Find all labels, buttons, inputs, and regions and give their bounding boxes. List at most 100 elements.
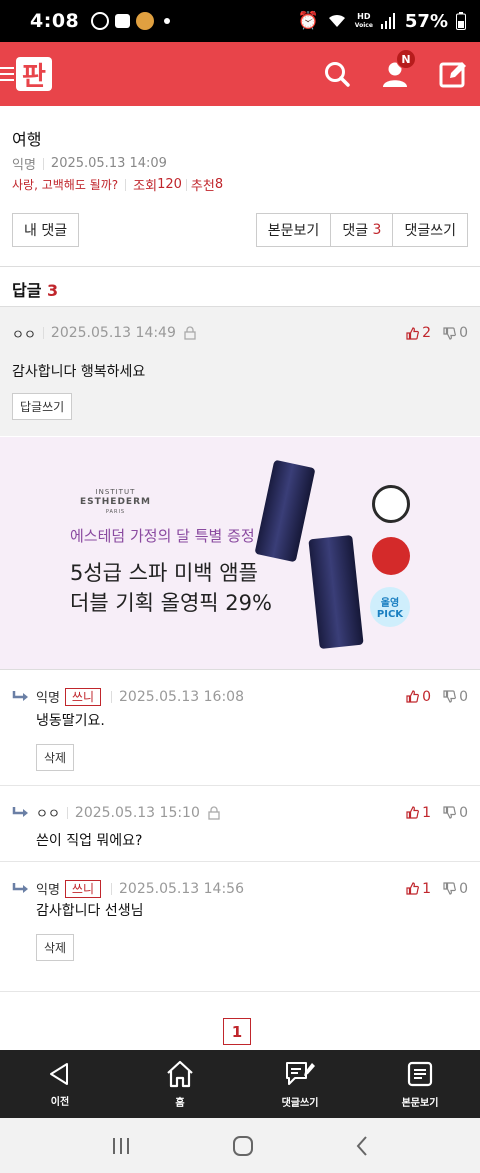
downvote-count: 0 <box>459 688 468 705</box>
upvote-count: 1 <box>422 804 432 821</box>
downvote-button[interactable]: 0 <box>443 325 468 341</box>
comments-button[interactable]: 댓글 3 <box>331 213 394 247</box>
view-post-button[interactable]: 본문보기 <box>255 213 332 247</box>
post-stats: 사랑, 고백해도 될까? 조회 120 추천 8 <box>12 175 468 194</box>
divider <box>0 266 480 267</box>
status-right-icons: ⏰ HD Voice 57% <box>298 11 466 32</box>
site-logo[interactable]: 판 <box>0 57 52 92</box>
network-hd-icon: HD Voice <box>354 11 373 29</box>
writer-tag: 쓰니 <box>64 687 102 706</box>
downvote-button[interactable]: 0 <box>443 689 468 705</box>
app-notification-icon <box>91 12 110 30</box>
ad-subtitle: 에스테덤 가정의 달 특별 증정 <box>70 527 255 545</box>
nav-prev-button[interactable]: 이전 <box>0 1050 120 1118</box>
downvote-count: 0 <box>459 325 468 341</box>
image-notification-icon <box>115 14 131 28</box>
write-comment-button[interactable]: 댓글쓰기 <box>393 213 468 247</box>
my-comments-button[interactable]: 내 댓글 <box>12 213 80 247</box>
delete-button[interactable]: 삭제 <box>36 934 75 961</box>
upvote-button[interactable]: 1 <box>406 881 431 897</box>
comment-body: 감사합니다 행복하세요 <box>12 364 146 380</box>
pick-badge: 올영 PICK <box>370 587 410 627</box>
sub-comment-item: 익명 쓰니 2025.05.13 14:56 1 0 감사합니다 선생님 삭제 <box>0 862 480 992</box>
back-system-icon[interactable] <box>354 1135 370 1157</box>
comment-meta: ㅇㅇ 2025.05.13 15:10 1 0 <box>0 786 480 822</box>
replies-count: 3 <box>47 281 59 300</box>
status-time: 4:08 <box>30 10 80 32</box>
upvote-button[interactable]: 0 <box>406 689 431 705</box>
logo-mark: 판 <box>16 57 52 92</box>
comments-count: 3 <box>372 222 382 238</box>
sub-comment-item: ㅇㅇ 2025.05.13 15:10 1 0 쓴이 직업 뭐에요? <box>0 786 480 862</box>
views-label: 조회 <box>133 179 158 194</box>
replies-heading: 답글 3 <box>12 277 58 301</box>
downvote-button[interactable]: 0 <box>443 805 468 821</box>
advertisement-banner[interactable]: INSTITUT ESTHEDERM PARIS 에스테덤 가정의 달 특별 증… <box>0 437 480 669</box>
thumbs-down-icon <box>443 806 457 819</box>
comments-label: 댓글 <box>342 223 369 239</box>
comment-meta: ㅇㅇ 2025.05.13 14:49 2 0 <box>0 307 480 343</box>
reply-write-button[interactable]: 답글쓰기 <box>12 393 73 420</box>
post-author: 익명 <box>12 158 36 173</box>
alarm-icon: ⏰ <box>297 11 319 31</box>
comment-body: 냉동딸기요. <box>36 713 105 729</box>
sub-comment-item: 익명 쓰니 2025.05.13 16:08 0 0 냉동딸기요. 삭제 <box>0 669 480 786</box>
upvote-button[interactable]: 2 <box>406 325 431 341</box>
replies-label: 답글 <box>12 281 42 300</box>
downvote-count: 0 <box>459 804 468 821</box>
menu-icon[interactable] <box>0 67 14 81</box>
home-system-icon[interactable] <box>232 1135 254 1157</box>
nav-prev-label: 이전 <box>50 1096 70 1108</box>
comment-nick: 익명 <box>36 883 60 898</box>
comment-body: 감사합니다 선생님 <box>36 903 144 919</box>
home-icon <box>167 1060 193 1087</box>
thumbs-up-icon <box>406 690 420 703</box>
back-triangle-icon <box>50 1062 68 1085</box>
more-notifications-dot <box>164 18 171 24</box>
nav-view-post-button[interactable]: 본문보기 <box>360 1050 480 1118</box>
battery-icon <box>456 12 466 30</box>
comment-nick: ㅇㅇ <box>12 327 36 343</box>
downvote-button[interactable]: 0 <box>443 881 468 897</box>
post-action-bar: 내 댓글 본문보기 댓글 3 댓글쓰기 <box>0 213 480 247</box>
comment-date: 2025.05.13 15:10 <box>74 804 200 821</box>
nav-write-comment-button[interactable]: 댓글쓰기 <box>240 1050 360 1118</box>
thumbs-down-icon <box>443 882 457 895</box>
comment-date: 2025.05.13 14:49 <box>50 325 176 341</box>
app-header: 판 N <box>0 42 480 106</box>
nav-view-post-label: 본문보기 <box>401 1097 439 1109</box>
ad-brand-logo: INSTITUT ESTHEDERM PARIS <box>80 488 151 515</box>
search-icon[interactable] <box>322 59 352 89</box>
comment-body: 쓴이 직업 뭐에요? <box>36 833 143 849</box>
upvote-button[interactable]: 1 <box>406 805 431 821</box>
user-profile-button[interactable]: N <box>380 49 416 89</box>
ad-headline-1: 5성급 스파 미백 앰플 <box>70 561 258 585</box>
page-number-current[interactable]: 1 <box>223 1018 251 1045</box>
nav-home-label: 홈 <box>175 1097 185 1109</box>
system-navigation-bar <box>0 1118 480 1173</box>
upvote-count: 1 <box>422 880 432 897</box>
post-meta: 익명 2025.05.13 14:09 <box>12 154 468 173</box>
downvote-count: 0 <box>459 880 468 897</box>
status-notification-icons <box>91 12 171 30</box>
battery-level: 57% <box>404 10 448 32</box>
nav-write-comment-label: 댓글쓰기 <box>281 1097 319 1109</box>
post-category[interactable]: 사랑, 고백해도 될까? <box>12 176 118 193</box>
comment-write-icon <box>286 1061 315 1085</box>
avatar-notification-icon <box>136 12 155 30</box>
lock-icon <box>208 805 220 820</box>
recommend-label: 추천 <box>190 179 215 194</box>
comment-date: 2025.05.13 16:08 <box>119 688 244 705</box>
reply-arrow-icon <box>12 882 28 893</box>
award-badge-icon <box>372 485 410 523</box>
bottom-navigation: 이전 홈 댓글쓰기 본문보기 <box>0 1050 480 1118</box>
upvote-count: 2 <box>422 325 432 341</box>
delete-button[interactable]: 삭제 <box>36 744 75 771</box>
post-title: 여행 <box>12 130 42 149</box>
write-icon[interactable] <box>438 59 468 89</box>
product-bottle-image <box>254 459 316 563</box>
nav-home-button[interactable]: 홈 <box>120 1050 240 1118</box>
award-badge-icon <box>372 537 410 575</box>
status-bar: 4:08 ⏰ HD Voice 57% <box>0 0 480 42</box>
recent-apps-icon[interactable] <box>110 1136 132 1156</box>
